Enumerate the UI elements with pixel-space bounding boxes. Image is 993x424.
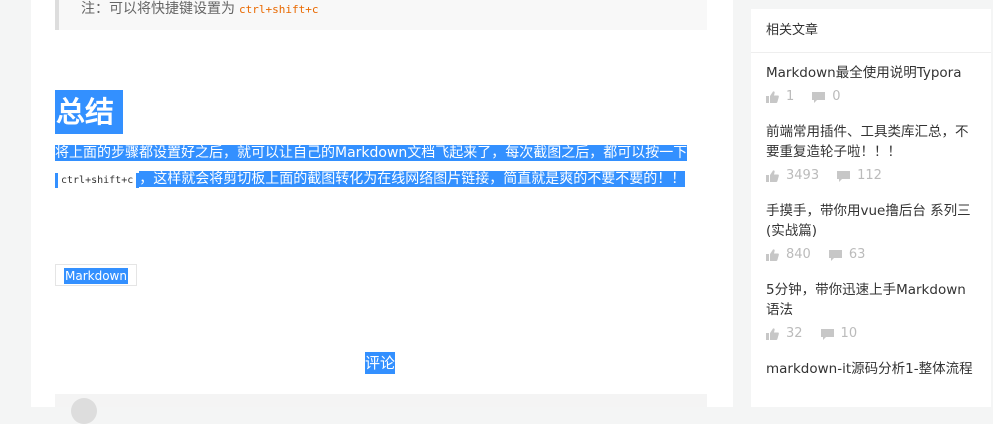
like-count-value: 1 (786, 89, 795, 104)
related-article[interactable]: Markdown最全使用说明Typora 1 0 (751, 63, 991, 106)
article-stats: 840 63 (766, 246, 976, 264)
comment-count-value: 112 (857, 168, 882, 183)
summary-text-2: ，这样就会将剪切板上面的截图转化为在线网络图片链接，简直就是爽的不要不要的！！ (139, 171, 686, 187)
comment-count: 63 (828, 246, 866, 264)
tip-prefix: 注：可以将快捷键设置为 (81, 1, 235, 17)
comment-input-area[interactable] (55, 394, 707, 424)
article-stats: 32 10 (766, 325, 976, 343)
like-count: 840 (766, 246, 811, 264)
tip-blockquote: 注：可以将快捷键设置为 ctrl+shift+c (55, 0, 707, 30)
article-stats: 3493 112 (766, 167, 976, 185)
tip-text: 注：可以将快捷键设置为 ctrl+shift+c (81, 0, 318, 18)
tag-label: Markdown (64, 268, 128, 284)
comment-bubble-icon (828, 249, 842, 261)
summary-text-1: 将上面的步骤都设置好之后，就可以让自己的Markdown文档飞起来了，每次截图之… (55, 145, 688, 161)
article-title[interactable]: 前端常用插件、工具类库汇总，不要重复造轮子啦！！！ (766, 122, 976, 162)
related-article[interactable]: 5分钟，带你迅速上手Markdown语法 32 10 (751, 280, 991, 343)
comment-bubble-icon (837, 170, 851, 182)
avatar (71, 398, 97, 424)
comment-count: 10 (820, 325, 858, 343)
related-articles-list: Markdown最全使用说明Typora 1 0 前端常用插件、工具类库汇总，不… (751, 63, 991, 395)
thumbs-up-icon (766, 91, 779, 103)
related-articles-title: 相关文章 (751, 9, 991, 53)
related-article[interactable]: 前端常用插件、工具类库汇总，不要重复造轮子啦！！！ 3493 112 (751, 122, 991, 185)
inline-code: ctrl+shift+c (55, 173, 140, 188)
article-title[interactable]: markdown-it源码分析1-整体流程 (766, 359, 976, 379)
comment-count-value: 63 (848, 247, 866, 262)
comment-count: 112 (837, 167, 882, 185)
comment-count: 0 (812, 88, 841, 106)
thumbs-up-icon (766, 249, 779, 261)
article-title[interactable]: Markdown最全使用说明Typora (766, 63, 976, 83)
comments-heading: 评论 (365, 352, 396, 374)
thumbs-up-icon (766, 328, 779, 340)
comment-count-value: 10 (840, 326, 858, 341)
article-body: 注：可以将快捷键设置为 ctrl+shift+c 总结 将上面的步骤都设置好之后，… (31, 0, 733, 424)
section-heading: 总结 (55, 90, 123, 135)
article-title[interactable]: 手摸手，带你用vue撸后台 系列三(实战篇) (766, 201, 976, 241)
summary-paragraph: 将上面的步骤都设置好之后，就可以让自己的Markdown文档飞起来了，每次截图之… (55, 140, 707, 194)
article-title[interactable]: 5分钟，带你迅速上手Markdown语法 (766, 280, 976, 320)
thumbs-up-icon (766, 170, 779, 182)
tag-markdown[interactable]: Markdown (55, 264, 137, 286)
like-count-value: 840 (786, 247, 811, 262)
related-article[interactable]: markdown-it源码分析1-整体流程 (751, 359, 991, 379)
article-stats: 1 0 (766, 88, 976, 106)
shortcut-code: ctrl+shift+c (239, 3, 319, 16)
comment-bubble-icon (812, 91, 826, 103)
like-count: 32 (766, 325, 803, 343)
related-articles-panel: 相关文章 Markdown最全使用说明Typora 1 0 前端常用插件、工具类… (751, 9, 991, 407)
like-count-value: 32 (786, 326, 803, 341)
like-count-value: 3493 (786, 168, 820, 183)
related-article[interactable]: 手摸手，带你用vue撸后台 系列三(实战篇) 840 63 (751, 201, 991, 264)
comment-count-value: 0 (832, 89, 841, 104)
comment-bubble-icon (820, 328, 834, 340)
like-count: 3493 (766, 167, 819, 185)
like-count: 1 (766, 88, 794, 106)
